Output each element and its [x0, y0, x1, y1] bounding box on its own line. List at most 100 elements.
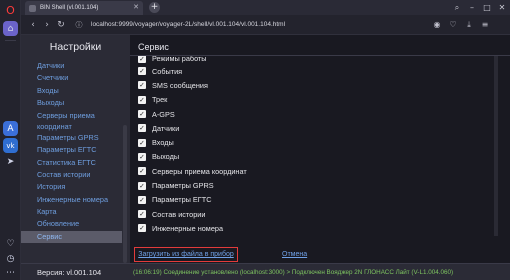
- forward-icon[interactable]: ›: [41, 19, 53, 31]
- checkbox[interactable]: ✓: [138, 152, 146, 161]
- checkbox[interactable]: ✓: [138, 195, 146, 204]
- checkbox[interactable]: ✓: [138, 210, 146, 219]
- checkbox-label: Параметры ЕГТС: [152, 195, 212, 205]
- checkbox-row[interactable]: ✓ Состав истории: [138, 207, 478, 221]
- minimize-icon[interactable]: –: [465, 0, 479, 15]
- back-icon[interactable]: ‹: [27, 19, 39, 31]
- check-mark-icon: ✓: [139, 152, 145, 161]
- checkbox-label: Входы: [152, 138, 174, 148]
- content-scrollbar[interactable]: [494, 56, 498, 236]
- browser-tab[interactable]: BIN Shell (vl.001.104) ✕: [25, 1, 143, 15]
- checkbox-row[interactable]: ✓ Выходы: [138, 150, 478, 164]
- status-bar: Версия: vl.001.104 (16:06:19) Соединение…: [21, 263, 510, 280]
- check-mark-icon: ✓: [139, 195, 145, 204]
- checkbox-row[interactable]: ✓ Инженерные номера: [138, 221, 478, 234]
- checkbox[interactable]: ✓: [138, 167, 146, 176]
- checkbox-row[interactable]: ✓ Режимы работы: [138, 56, 478, 64]
- heart-icon[interactable]: ♡: [3, 236, 18, 251]
- sidebar-item-service[interactable]: Сервис: [21, 230, 122, 243]
- opera-logo-icon[interactable]: O: [3, 3, 18, 18]
- easy-setup-icon[interactable]: ≡: [479, 19, 491, 31]
- checkbox-row[interactable]: ✓ Датчики: [138, 121, 478, 135]
- new-tab-button[interactable]: +: [149, 2, 160, 13]
- close-window-icon[interactable]: ✕: [495, 0, 509, 15]
- checkbox-row[interactable]: ✓ Параметры ЕГТС: [138, 193, 478, 207]
- checkbox-row[interactable]: ✓ Серверы приема координат: [138, 164, 478, 178]
- camera-icon[interactable]: ◉: [431, 19, 443, 31]
- sidebar-item-gprs-params[interactable]: Параметры GPRS: [21, 132, 122, 144]
- check-mark-icon: ✓: [139, 110, 145, 119]
- checkbox[interactable]: ✓: [138, 181, 146, 190]
- screen: O ⌂ A vk ➤ ♡ ◷ ⋯ BIN Shell (vl.001.104) …: [0, 0, 510, 280]
- sidebar-item-coordinate-servers[interactable]: Серверы приема координат: [21, 109, 122, 132]
- check-mark-icon: ✓: [139, 124, 145, 133]
- history-clock-icon[interactable]: ◷: [3, 251, 18, 266]
- checkbox-row[interactable]: ✓ A-GPS: [138, 107, 478, 121]
- address-bar-row: ‹ › ↻ ⓘ localhost:9999/voyager/voyager-2…: [21, 15, 510, 35]
- sidebar-item-inputs[interactable]: Входы: [21, 85, 122, 97]
- check-mark-icon: ✓: [139, 181, 145, 190]
- sidebar-item-update[interactable]: Обновление: [21, 218, 122, 230]
- app-area: Настройки Датчики Счетчики Входы Выходы …: [21, 35, 510, 280]
- maximize-icon[interactable]: □: [480, 0, 494, 15]
- sidebar-item-counters[interactable]: Счетчики: [21, 72, 122, 84]
- checkbox-row[interactable]: ✓ Трек: [138, 93, 478, 107]
- checkbox-row[interactable]: ✓ SMS сообщения: [138, 78, 478, 92]
- reload-icon[interactable]: ↻: [55, 19, 67, 31]
- check-mark-icon: ✓: [139, 56, 145, 63]
- address-field[interactable]: localhost:9999/voyager/voyager-2L/shell/…: [91, 21, 285, 28]
- sidebar-item-map[interactable]: Карта: [21, 206, 122, 218]
- home-icon[interactable]: ⌂: [3, 21, 18, 36]
- more-icon[interactable]: ⋯: [3, 265, 18, 280]
- telegram-icon[interactable]: ➤: [3, 154, 18, 169]
- app-store-icon[interactable]: A: [3, 121, 18, 136]
- check-mark-icon: ✓: [139, 167, 145, 176]
- checkbox-label: События: [152, 66, 183, 76]
- sidebar-item-egts-params[interactable]: Параметры ЕГТС: [21, 144, 122, 156]
- vk-icon[interactable]: vk: [3, 138, 18, 153]
- check-mark-icon: ✓: [139, 95, 145, 104]
- connection-status: (16:06:19) Соединение установлено (local…: [133, 269, 454, 276]
- checkbox[interactable]: ✓: [138, 224, 146, 233]
- sidebar-title: Настройки: [49, 41, 102, 53]
- checkbox-label: Инженерные номера: [152, 223, 223, 233]
- sidebar-item-engineering-numbers[interactable]: Инженерные номера: [21, 194, 122, 206]
- checkbox[interactable]: ✓: [138, 124, 146, 133]
- check-mark-icon: ✓: [139, 67, 145, 76]
- checkbox-label: Состав истории: [152, 209, 206, 219]
- upload-from-file-button[interactable]: Загрузить из файла в прибор: [134, 247, 238, 262]
- checkbox[interactable]: ✓: [138, 95, 146, 104]
- sidebar-item-egts-stats[interactable]: Статистика ЕГТС: [21, 157, 122, 169]
- check-mark-icon: ✓: [139, 210, 145, 219]
- sidebar-scrollbar[interactable]: [123, 125, 127, 263]
- tab-search-icon[interactable]: ⌕: [450, 0, 464, 15]
- page-title: Сервис: [138, 42, 169, 52]
- site-info-icon[interactable]: ⓘ: [73, 19, 85, 31]
- settings-sidebar: Настройки Датчики Счетчики Входы Выходы …: [21, 35, 130, 263]
- checkbox-row[interactable]: ✓ Параметры GPRS: [138, 178, 478, 192]
- sidebar-item-sensors[interactable]: Датчики: [21, 60, 122, 72]
- check-mark-icon: ✓: [139, 81, 145, 90]
- sidebar-item-outputs[interactable]: Выходы: [21, 97, 122, 109]
- checkbox[interactable]: ✓: [138, 138, 146, 147]
- bookmark-icon[interactable]: ♡: [447, 19, 459, 31]
- version-label: Версия: vl.001.104: [37, 268, 102, 277]
- checkbox-label: Режимы работы: [152, 56, 207, 63]
- sidebar-item-history-content[interactable]: Состав истории: [21, 169, 122, 181]
- checkbox[interactable]: ✓: [138, 56, 146, 63]
- checkbox-row[interactable]: ✓ Входы: [138, 135, 478, 149]
- check-mark-icon: ✓: [139, 138, 145, 147]
- tab-favicon-icon: [29, 4, 36, 12]
- download-icon[interactable]: ⤓: [463, 19, 475, 31]
- cancel-link[interactable]: Отмена: [282, 251, 307, 258]
- checkbox[interactable]: ✓: [138, 67, 146, 76]
- checkbox-label: Серверы приема координат: [152, 166, 247, 176]
- sidebar-list: Датчики Счетчики Входы Выходы Серверы пр…: [21, 60, 122, 243]
- tab-close-icon[interactable]: ✕: [133, 3, 139, 11]
- upload-button-label: Загрузить из файла в прибор: [138, 251, 234, 258]
- checkbox-row[interactable]: ✓ События: [138, 64, 478, 78]
- checkbox[interactable]: ✓: [138, 110, 146, 119]
- browser-side-rail: O ⌂ A vk ➤ ♡ ◷ ⋯: [0, 0, 21, 280]
- checkbox[interactable]: ✓: [138, 81, 146, 90]
- sidebar-item-history[interactable]: История: [21, 181, 122, 193]
